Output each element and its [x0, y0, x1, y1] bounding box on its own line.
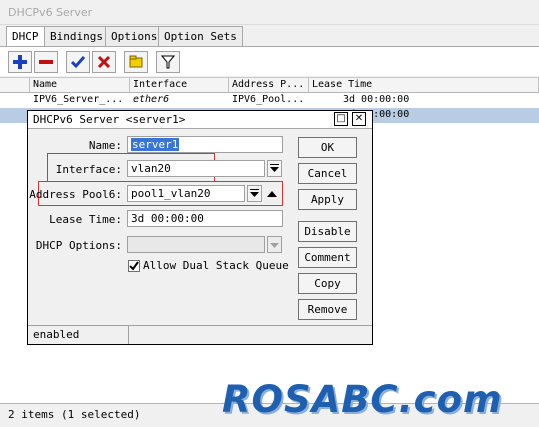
disable-button[interactable]: Disable	[298, 221, 357, 242]
collapse-up-button[interactable]	[265, 185, 279, 202]
remove-button[interactable]	[34, 51, 58, 73]
filter-button[interactable]	[156, 51, 180, 73]
checkmark-icon	[129, 261, 139, 271]
enable-button[interactable]	[66, 51, 90, 73]
window-title: DHCPv6 Server	[0, 0, 539, 25]
status-divider	[128, 325, 129, 344]
interface-dropdown[interactable]	[267, 160, 282, 177]
row-address-pool: IPV6_Pool...	[232, 94, 305, 105]
column-lease-time[interactable]: Lease Time	[309, 78, 539, 93]
name-field[interactable]: server1	[127, 136, 283, 153]
row-interface: ether6	[133, 94, 170, 105]
maximize-icon[interactable]: □	[334, 112, 348, 126]
column-interface[interactable]: Interface	[130, 78, 229, 93]
apply-button[interactable]: Apply	[298, 189, 357, 210]
column-flag[interactable]	[0, 78, 30, 93]
copy-button[interactable]: Copy	[298, 273, 357, 294]
tab-bar: DHCP Bindings Options Option Sets	[0, 26, 539, 47]
column-address-pool[interactable]: Address P...	[229, 78, 309, 93]
dhcp-options-field[interactable]	[127, 236, 265, 253]
list-header: Name Interface Address P... Lease Time	[0, 78, 539, 93]
name-label: Name:	[88, 139, 122, 152]
comment-button[interactable]: Comment	[298, 247, 357, 268]
comment-icon	[129, 55, 143, 68]
allow-dual-stack-label: Allow Dual Stack Queue	[143, 259, 289, 272]
interface-field[interactable]: vlan20	[127, 160, 265, 177]
row-name: IPV6_Server_...	[33, 94, 124, 105]
name-value: server1	[131, 138, 180, 151]
allow-dual-stack-checkbox[interactable]	[128, 260, 140, 272]
lease-time-label: Lease Time:	[49, 213, 122, 226]
column-name[interactable]: Name	[30, 78, 130, 93]
close-icon[interactable]: ✕	[352, 112, 366, 126]
add-icon	[13, 55, 27, 69]
table-row[interactable]: IPV6_Server_... ether6 IPV6_Pool... 3d 0…	[0, 93, 539, 108]
lease-time-field[interactable]: 3d 00:00:00	[127, 210, 283, 227]
dialog-title: DHCPv6 Server <server1>	[28, 111, 372, 129]
row-lease-time: 3d 00:00:00	[343, 94, 410, 105]
disable-icon	[97, 55, 111, 69]
cancel-button[interactable]: Cancel	[298, 163, 357, 184]
tab-dhcp[interactable]: DHCP	[6, 26, 45, 47]
chevron-down-icon	[270, 243, 279, 248]
add-button[interactable]	[8, 51, 32, 73]
dhcpv6-server-dialog: DHCPv6 Server <server1> □ ✕ Name: server…	[27, 110, 373, 345]
toolbar	[0, 46, 539, 76]
address-pool6-field[interactable]: pool1_vlan20	[127, 185, 245, 202]
watermark-logo: ROSABC.com	[222, 378, 503, 421]
interface-label: Interface:	[55, 163, 122, 176]
dhcp-options-label: DHCP Options:	[35, 239, 122, 252]
filter-icon	[161, 55, 175, 69]
enable-icon	[71, 56, 85, 69]
ok-button[interactable]: OK	[298, 137, 357, 158]
remove-icon	[39, 60, 53, 64]
disable-button[interactable]	[92, 51, 116, 73]
tab-option-sets[interactable]: Option Sets	[158, 26, 243, 46]
tab-options[interactable]: Options	[105, 26, 164, 46]
chevron-down-icon	[250, 189, 259, 197]
comment-button[interactable]	[124, 51, 148, 73]
address-pool6-dropdown[interactable]	[247, 185, 262, 202]
dialog-status: enabled	[28, 325, 372, 344]
dhcp-options-dropdown[interactable]	[267, 236, 282, 253]
remove-button[interactable]: Remove	[298, 299, 357, 320]
triangle-up-icon	[267, 190, 277, 197]
address-pool6-label: Address Pool6:	[29, 188, 122, 201]
tab-bindings[interactable]: Bindings	[44, 26, 109, 46]
chevron-down-icon	[270, 164, 279, 172]
